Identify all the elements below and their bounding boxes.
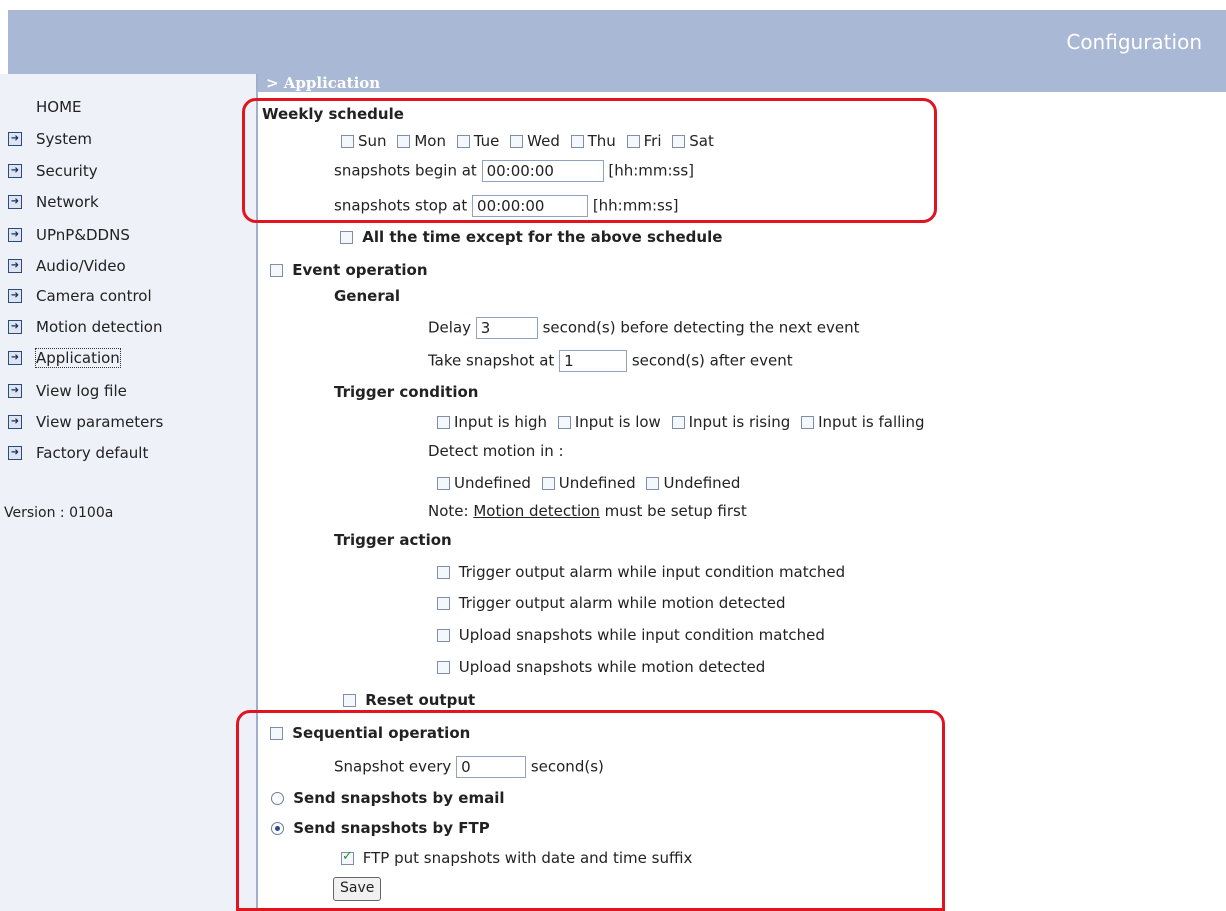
motion-window-2[interactable]: Undefined: [541, 474, 636, 492]
event-operation-label: Event operation: [292, 261, 428, 279]
take-snapshot-suffix: second(s) after event: [631, 351, 793, 370]
arrow-right-icon: ➜: [8, 132, 22, 146]
detect-motion-label: Detect motion in :: [428, 442, 564, 460]
sidebar-item-motion-detection[interactable]: ➜ Motion detection: [8, 315, 162, 339]
checkbox[interactable]: [557, 416, 571, 429]
sidebar-item-camera-control[interactable]: ➜ Camera control: [8, 284, 152, 308]
arrow-right-icon: ➜: [8, 164, 22, 178]
trigger-condition-heading: Trigger condition: [334, 383, 479, 401]
breadcrumb: > Application: [258, 74, 1226, 92]
checkbox[interactable]: [646, 477, 660, 490]
input-low-option[interactable]: Input is low: [557, 413, 661, 431]
highlight-sequential-operation: [236, 710, 945, 911]
sidebar-item-label: Factory default: [36, 444, 149, 462]
take-snapshot-input[interactable]: 1: [559, 350, 628, 372]
motion-note: Note: Motion detection must be setup fir…: [428, 502, 747, 520]
arrow-right-icon: ➜: [8, 195, 22, 209]
sidebar-item-label: View parameters: [36, 413, 164, 431]
sidebar-item-network[interactable]: ➜ Network: [8, 190, 99, 214]
checkbox[interactable]: [340, 231, 353, 244]
highlight-weekly-schedule: [242, 98, 937, 223]
arrow-right-icon: ➜: [8, 384, 22, 398]
sidebar-item-view-log-file[interactable]: ➜ View log file: [8, 379, 127, 403]
checkbox[interactable]: [437, 416, 450, 429]
checkbox[interactable]: [343, 694, 356, 707]
delay-input[interactable]: 3: [475, 317, 538, 339]
header-title: Configuration: [1066, 30, 1202, 54]
sidebar: HOME ➜ System ➜ Security ➜ Network ➜ UPn…: [0, 74, 256, 911]
checkbox[interactable]: [437, 629, 450, 642]
action-upload-input[interactable]: Upload snapshots while input condition m…: [437, 626, 825, 644]
motion-detection-link[interactable]: Motion detection: [473, 502, 599, 520]
version-text: Version : 0100a: [4, 505, 114, 521]
arrow-right-icon: ➜: [8, 351, 22, 365]
sidebar-item-label: Camera control: [36, 287, 152, 305]
motion-window-1[interactable]: Undefined: [437, 474, 531, 492]
sidebar-item-audio-video[interactable]: ➜ Audio/Video: [8, 254, 126, 278]
checkbox[interactable]: [671, 416, 685, 429]
general-heading: General: [334, 287, 400, 305]
sidebar-item-label: Audio/Video: [36, 257, 126, 275]
delay-label: Delay: [428, 318, 472, 337]
arrow-right-icon: ➜: [8, 228, 22, 242]
sidebar-item-system[interactable]: ➜ System: [8, 127, 92, 151]
checkbox[interactable]: [801, 416, 815, 429]
action-output-input[interactable]: Trigger output alarm while input conditi…: [437, 563, 845, 581]
sidebar-home-link[interactable]: HOME: [36, 98, 82, 116]
input-falling-option[interactable]: Input is falling: [801, 413, 924, 431]
reset-output-option[interactable]: Reset output: [343, 691, 475, 709]
motion-window-checkboxes: Undefined Undefined Undefined: [437, 474, 746, 492]
sidebar-item-security[interactable]: ➜ Security: [8, 159, 98, 183]
input-rising-option[interactable]: Input is rising: [671, 413, 790, 431]
action-upload-motion[interactable]: Upload snapshots while motion detected: [437, 658, 765, 676]
checkbox[interactable]: [541, 477, 555, 490]
except-schedule-option[interactable]: All the time except for the above schedu…: [340, 228, 722, 246]
input-high-option[interactable]: Input is high: [437, 413, 547, 431]
arrow-right-icon: ➜: [8, 446, 22, 460]
delay-row: Delay 3 second(s) before detecting the n…: [428, 317, 859, 339]
sidebar-item-label: UPnP&DDNS: [36, 226, 130, 244]
sidebar-item-label: Application: [35, 348, 121, 368]
checkbox[interactable]: [437, 566, 450, 579]
sidebar-item-label: Motion detection: [36, 318, 163, 336]
event-operation-option[interactable]: Event operation: [270, 261, 428, 279]
arrow-right-icon: ➜: [8, 289, 22, 303]
sidebar-item-label: System: [36, 130, 92, 148]
header-bar: Configuration: [8, 10, 1226, 74]
trigger-action-heading: Trigger action: [334, 531, 452, 549]
arrow-right-icon: ➜: [8, 320, 22, 334]
sidebar-item-upnp-ddns[interactable]: ➜ UPnP&DDNS: [8, 223, 130, 247]
sidebar-item-label: Network: [36, 193, 99, 211]
except-schedule-label: All the time except for the above schedu…: [362, 228, 723, 246]
arrow-right-icon: ➜: [8, 259, 22, 273]
action-output-motion[interactable]: Trigger output alarm while motion detect…: [437, 594, 786, 612]
sidebar-item-application[interactable]: ➜ Application: [8, 346, 121, 370]
checkbox[interactable]: [437, 477, 450, 490]
motion-window-3[interactable]: Undefined: [646, 474, 740, 492]
checkbox[interactable]: [270, 264, 283, 277]
sidebar-item-view-parameters[interactable]: ➜ View parameters: [8, 410, 163, 434]
input-condition-checkboxes: Input is high Input is low Input is risi…: [437, 413, 930, 431]
take-snapshot-row: Take snapshot at 1 second(s) after event: [428, 350, 793, 372]
sidebar-item-label: View log file: [36, 382, 127, 400]
sidebar-item-factory-default[interactable]: ➜ Factory default: [8, 441, 148, 465]
checkbox[interactable]: [437, 661, 450, 674]
arrow-right-icon: ➜: [8, 415, 22, 429]
delay-suffix: second(s) before detecting the next even…: [542, 318, 860, 337]
sidebar-item-label: Security: [36, 162, 98, 180]
take-snapshot-label: Take snapshot at: [428, 351, 555, 370]
checkbox[interactable]: [437, 597, 450, 610]
